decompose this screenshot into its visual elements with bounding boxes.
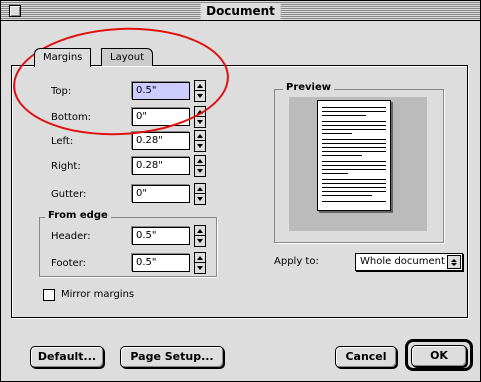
stepper-up-arrow-icon[interactable] — [195, 226, 205, 236]
stepper-down-arrow-icon[interactable] — [195, 141, 205, 151]
cancel-button[interactable]: Cancel — [335, 346, 397, 368]
bottom-field[interactable]: 0" — [132, 108, 190, 126]
gutter-stepper[interactable] — [194, 183, 206, 205]
bottom-stepper[interactable] — [194, 106, 206, 128]
default-button[interactable]: Default... — [30, 346, 104, 368]
footer-label: Footer: — [51, 258, 87, 269]
gutter-label: Gutter: — [51, 189, 87, 200]
ok-button[interactable]: OK — [411, 345, 467, 367]
footer-field[interactable]: 0.5" — [132, 254, 190, 272]
tab-margins[interactable]: Margins — [34, 48, 92, 67]
footer-stepper[interactable] — [194, 252, 206, 274]
right-label: Right: — [51, 161, 81, 172]
left-stepper[interactable] — [194, 130, 206, 152]
stepper-down-arrow-icon[interactable] — [195, 91, 205, 101]
top-field[interactable]: 0.5" — [132, 82, 190, 100]
gutter-field[interactable]: 0" — [132, 185, 190, 203]
popup-arrows-icon — [447, 255, 461, 269]
close-box[interactable] — [9, 5, 21, 17]
stepper-down-arrow-icon[interactable] — [195, 263, 205, 273]
document-dialog: Document Layout Margins Top: 0.5" Bottom… — [0, 0, 481, 382]
top-label: Top: — [51, 86, 72, 97]
apply-to-popup[interactable]: Whole document — [355, 253, 463, 271]
left-field[interactable]: 0.28" — [132, 132, 190, 150]
from-edge-title: From edge — [45, 209, 111, 223]
stepper-up-arrow-icon[interactable] — [195, 156, 205, 166]
right-stepper[interactable] — [194, 155, 206, 177]
stepper-down-arrow-icon[interactable] — [195, 117, 205, 127]
apply-to-label: Apply to: — [274, 256, 319, 267]
mirror-margins-label[interactable]: Mirror margins — [61, 288, 134, 302]
tab-layout[interactable]: Layout — [101, 48, 153, 66]
top-stepper[interactable] — [194, 80, 206, 102]
window-title: Document — [200, 3, 281, 19]
left-label: Left: — [51, 136, 74, 147]
title-bar[interactable]: Document — [1, 1, 480, 21]
stepper-up-arrow-icon[interactable] — [195, 131, 205, 141]
stepper-up-arrow-icon[interactable] — [195, 107, 205, 117]
mirror-margins-checkbox[interactable] — [43, 289, 55, 301]
right-field[interactable]: 0.28" — [132, 157, 190, 175]
page-preview-icon — [317, 100, 391, 211]
header-stepper[interactable] — [194, 225, 206, 247]
stepper-down-arrow-icon[interactable] — [195, 166, 205, 176]
stepper-up-arrow-icon[interactable] — [195, 253, 205, 263]
preview-title: Preview — [283, 81, 335, 95]
stepper-up-arrow-icon[interactable] — [195, 184, 205, 194]
bottom-label: Bottom: — [51, 112, 92, 123]
header-label: Header: — [51, 231, 91, 242]
page-setup-button[interactable]: Page Setup... — [120, 346, 224, 368]
apply-to-value: Whole document — [360, 256, 445, 267]
stepper-down-arrow-icon[interactable] — [195, 236, 205, 246]
stepper-up-arrow-icon[interactable] — [195, 81, 205, 91]
stepper-down-arrow-icon[interactable] — [195, 194, 205, 204]
header-field[interactable]: 0.5" — [132, 227, 190, 245]
